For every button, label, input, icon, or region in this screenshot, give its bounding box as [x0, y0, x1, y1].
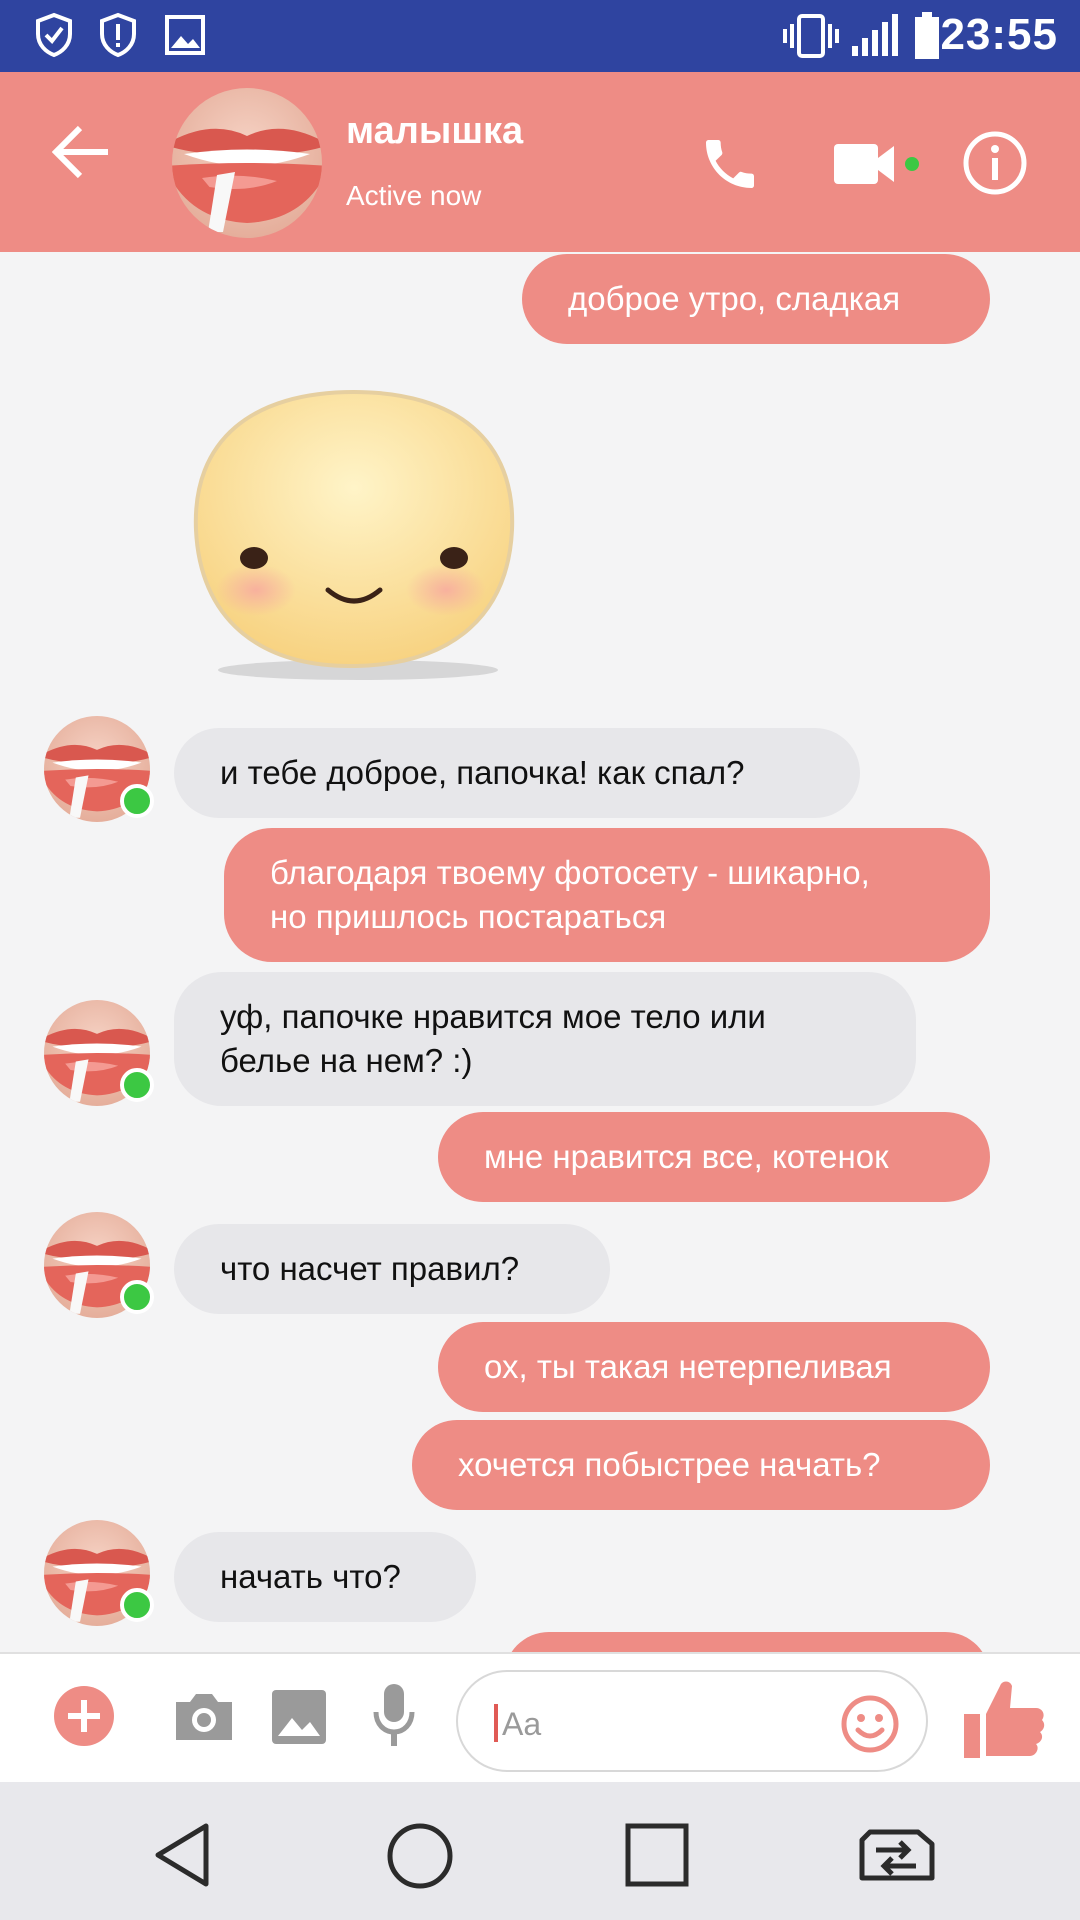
emoji-icon[interactable] [840, 1694, 900, 1754]
online-indicator [120, 1068, 154, 1102]
camera-icon[interactable] [172, 1690, 236, 1744]
message-composer [0, 1652, 1080, 1784]
thumbs-up-icon[interactable] [960, 1676, 1046, 1762]
message-text: доброе утро, сладкая [568, 280, 901, 317]
outgoing-message[interactable]: благодаря твоему фотосету - шикарно, но … [224, 828, 990, 962]
message-text: уф, папочке нравится мое тело или белье … [220, 998, 766, 1079]
outgoing-message-partial[interactable] [504, 1632, 990, 1652]
sender-avatar[interactable] [44, 1212, 154, 1318]
battery-icon [915, 12, 939, 59]
image-icon [165, 15, 205, 55]
back-triangle-icon[interactable] [152, 1822, 212, 1888]
message-text: и тебе доброе, папочка! как спал? [220, 754, 745, 791]
outgoing-message[interactable]: мне нравится все, котенок [438, 1112, 990, 1202]
info-icon[interactable] [962, 130, 1028, 196]
outgoing-message[interactable]: доброе утро, сладкая [522, 254, 990, 344]
text-caret [494, 1704, 498, 1742]
outgoing-message[interactable]: ох, ты такая нетерпеливая [438, 1322, 990, 1412]
online-indicator [120, 1588, 154, 1622]
sender-avatar[interactable] [44, 1520, 154, 1626]
incoming-message[interactable]: уф, папочке нравится мое тело или белье … [174, 972, 916, 1106]
sender-avatar[interactable] [44, 716, 154, 822]
online-indicator [120, 1280, 154, 1314]
contact-name[interactable]: малышка [346, 110, 523, 153]
message-text: благодаря твоему фотосету - шикарно, но … [270, 854, 870, 935]
shield-check-icon [36, 12, 72, 58]
message-text: что насчет правил? [220, 1250, 520, 1287]
contact-status: Active now [346, 180, 482, 211]
sender-avatar[interactable] [44, 1000, 154, 1106]
plus-icon[interactable] [52, 1684, 116, 1748]
incoming-message[interactable]: и тебе доброе, папочка! как спал? [174, 728, 860, 818]
contact-avatar[interactable] [172, 88, 322, 238]
message-text: ох, ты такая нетерпеливая [484, 1348, 892, 1385]
online-indicator [120, 784, 154, 818]
gallery-icon[interactable] [270, 1688, 328, 1746]
incoming-message[interactable]: что насчет правил? [174, 1224, 610, 1314]
conversation-header: малышка Active now [0, 72, 1080, 252]
avatar-image [172, 88, 322, 238]
system-navigation-bar [0, 1782, 1080, 1920]
clock: 23:55 [940, 10, 1058, 59]
phone-icon[interactable] [698, 132, 762, 196]
smiling-face-sticker[interactable] [186, 380, 522, 690]
message-text: начать что? [220, 1558, 401, 1595]
message-text: мне нравится все, котенок [484, 1138, 889, 1175]
microphone-icon[interactable] [372, 1682, 416, 1750]
message-input-box[interactable] [456, 1670, 928, 1772]
signal-icon [852, 14, 898, 56]
message-input[interactable] [500, 1696, 834, 1752]
incoming-message[interactable]: начать что? [174, 1532, 476, 1622]
video-camera-icon[interactable] [832, 138, 922, 190]
shield-alert-icon [100, 12, 136, 58]
status-bar: 23:55 [0, 0, 1080, 72]
back-arrow-icon[interactable] [52, 124, 112, 180]
recents-square-icon[interactable] [624, 1822, 690, 1888]
home-circle-icon[interactable] [386, 1822, 454, 1890]
message-list[interactable]: доброе утро, сладкая и тебе доброе, папо… [0, 252, 1080, 1652]
switch-sim-icon[interactable] [856, 1822, 938, 1888]
vibrate-icon [783, 14, 839, 58]
message-text: хочется побыстрее начать? [458, 1446, 881, 1483]
outgoing-message[interactable]: хочется побыстрее начать? [412, 1420, 990, 1510]
